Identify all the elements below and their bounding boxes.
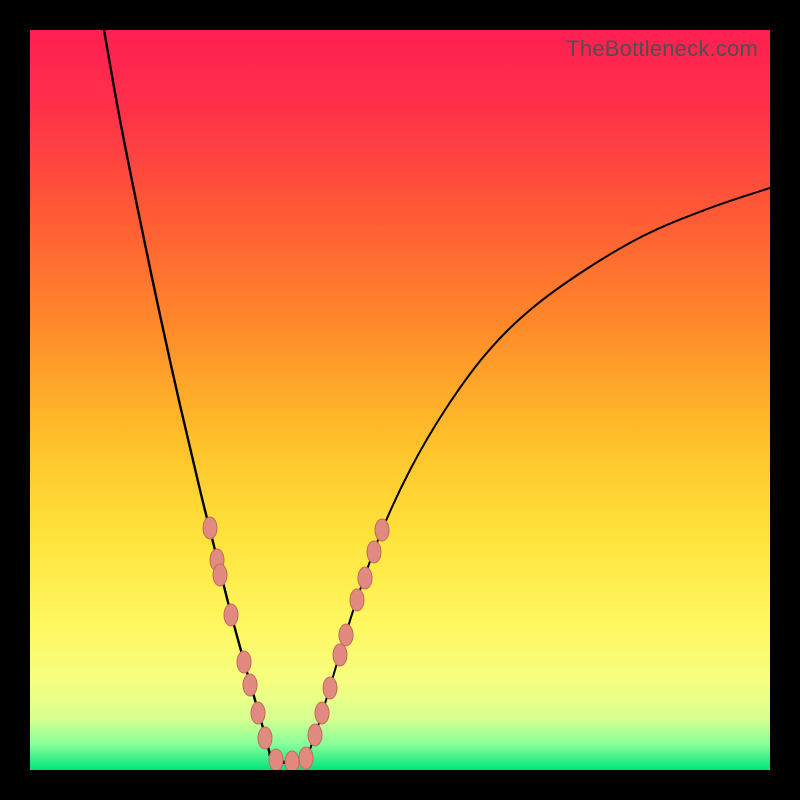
marker-point [339,624,353,646]
marker-point [285,751,299,770]
plot-area: TheBottleneck.com [30,30,770,770]
marker-point [251,702,265,724]
marker-point [308,724,322,746]
marker-point [323,677,337,699]
marker-point [315,702,329,724]
marker-point [350,589,364,611]
marker-point [237,651,251,673]
curve-right-branch [308,188,770,755]
marker-point [243,674,257,696]
curve-left-branch [104,30,270,755]
marker-point [258,727,272,749]
marker-point [269,749,283,770]
marker-point [299,747,313,769]
marker-point [333,644,347,666]
marker-point [367,541,381,563]
marker-point [213,564,227,586]
overlay-markers [203,517,389,770]
marker-point [203,517,217,539]
curve-layer [30,30,770,770]
watermark-text: TheBottleneck.com [566,36,758,62]
chart-frame: TheBottleneck.com [0,0,800,800]
marker-point [375,519,389,541]
marker-point [224,604,238,626]
marker-point [358,567,372,589]
